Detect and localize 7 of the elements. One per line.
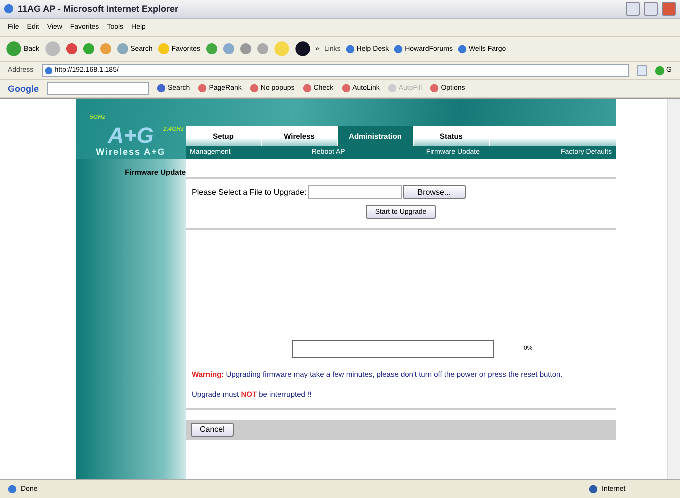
file-label: Please Select a File to Upgrade: [192, 188, 307, 196]
cancel-button[interactable]: Cancel [191, 422, 234, 436]
logo-mark: A+G [108, 125, 154, 147]
window-title: 11AG AP - Microsoft Internet Explorer [18, 4, 180, 14]
logo-caption: Wireless A+G [96, 147, 166, 157]
browse-button[interactable]: Browse... [402, 185, 466, 199]
google-logo: Google [8, 84, 39, 94]
